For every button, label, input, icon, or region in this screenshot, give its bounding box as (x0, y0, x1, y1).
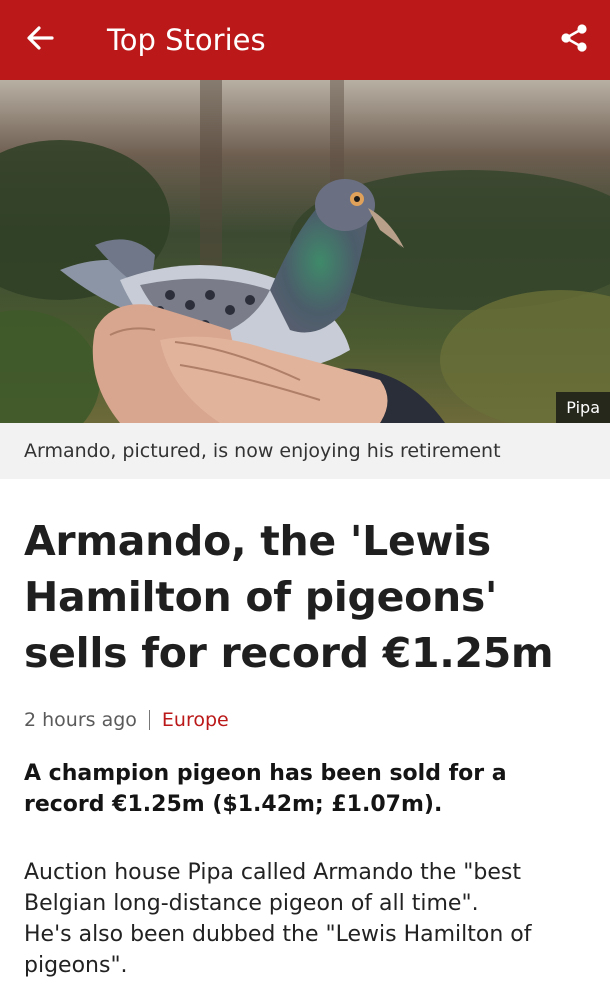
app-header: Top Stories (0, 0, 610, 80)
image-credit: Pipa (556, 392, 610, 423)
arrow-left-icon (26, 24, 54, 56)
article-meta: 2 hours ago Europe (24, 706, 229, 734)
section-link[interactable]: Europe (162, 706, 229, 734)
back-button[interactable] (20, 20, 60, 60)
pigeon-photo (0, 80, 610, 423)
article-headline: Armando, the 'Lewis Hamilton of pigeons'… (24, 517, 554, 677)
share-icon (559, 23, 589, 57)
share-button[interactable] (554, 20, 594, 60)
hero-image[interactable]: Pipa (0, 80, 610, 423)
timestamp: 2 hours ago (24, 709, 137, 731)
header-title: Top Stories (107, 23, 266, 57)
body-paragraph: He's also been dubbed the "Lewis Hamilto… (24, 922, 532, 978)
article-intro: A champion pigeon has been sold for a re… (24, 761, 507, 817)
image-caption: Armando, pictured, is now enjoying his r… (0, 423, 610, 479)
meta-divider (148, 710, 150, 730)
article-body: Auction house Pipa called Armando the "b… (24, 857, 594, 981)
body-paragraph: Auction house Pipa called Armando the "b… (24, 860, 521, 916)
